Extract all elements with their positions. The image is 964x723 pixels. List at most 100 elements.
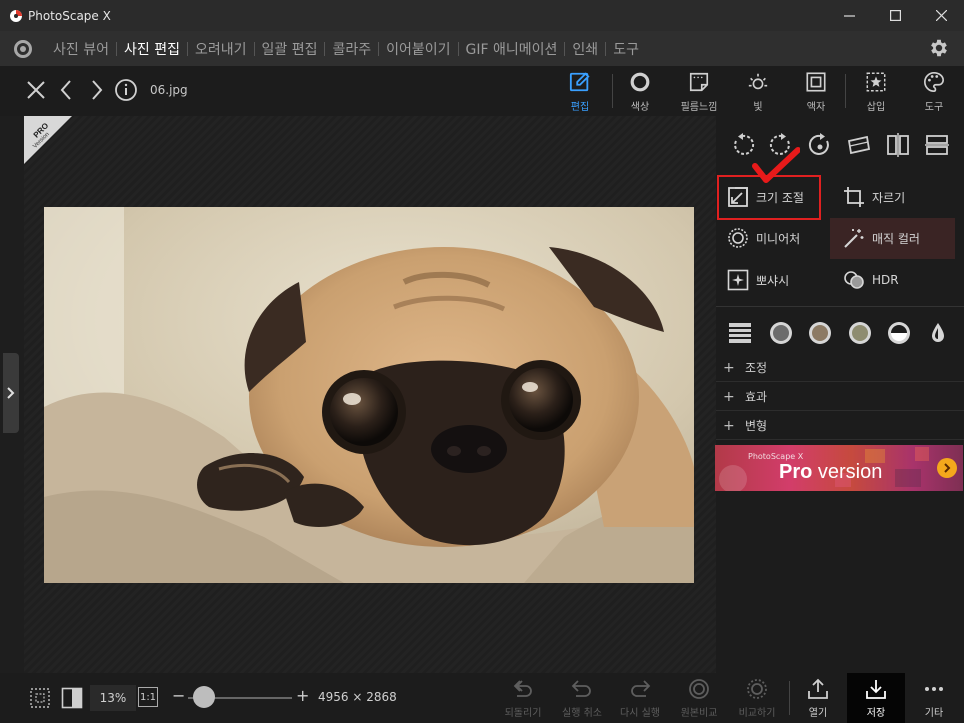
undo-button[interactable]: 실행 취소 [553,677,611,721]
tool-insert[interactable]: 삽입 [848,71,904,113]
compare-split-icon[interactable] [61,687,83,709]
plus-icon: + [723,417,735,434]
crop-label: 자르기 [872,190,906,205]
magic-wand-icon [844,229,864,248]
tool-tools[interactable]: 도구 [906,71,962,113]
menu-photo-editor[interactable]: 사진 편집 [117,39,187,59]
accordion-adjust[interactable]: + 조정 [716,354,964,382]
tool-edit[interactable]: 편집 [552,71,608,113]
droplet-icon[interactable] [925,320,951,346]
tool-color[interactable]: 색상 [612,71,668,113]
menu-print[interactable]: 인쇄 [565,39,605,59]
zoom-out-button[interactable]: − [172,686,185,705]
revert-label: 되돌리기 [504,708,542,719]
tool-light[interactable]: 빛 [730,71,786,113]
preset-filter-icon[interactable] [807,320,833,346]
menu-collage[interactable]: 콜라주 [325,39,378,59]
tool-film[interactable]: 필름느낌 [671,71,727,113]
redo-button[interactable]: 다시 실행 [611,677,669,721]
revert-icon [513,680,532,697]
revert-button[interactable]: 되돌리기 [494,677,552,721]
accordion-adjust-label: 조정 [745,361,768,375]
window-controls [826,0,964,31]
miniature-button[interactable]: 미니어처 [727,218,800,258]
minimize-icon [843,15,855,17]
accordion-transform-label: 변형 [745,419,768,433]
chevron-right-icon [944,463,951,473]
crop-button[interactable]: 자르기 [843,177,905,217]
minimize-button[interactable] [826,0,872,31]
flip-horizontal-icon[interactable] [885,132,911,158]
zoom-level[interactable]: 13% [90,685,136,711]
image-dimensions: 4956 × 2868 [318,690,397,704]
side-panel-toggle[interactable] [3,353,19,433]
edit-pencil-icon [569,72,590,92]
close-icon [935,10,947,21]
rotate-free-icon[interactable] [807,132,833,158]
preset-filter-icon[interactable] [847,320,873,346]
next-image-icon[interactable] [84,78,108,102]
menu-tools[interactable]: 도구 [606,39,646,59]
fit-to-screen-icon[interactable] [29,687,51,709]
accordion-effects[interactable]: + 효과 [716,383,964,411]
maximize-button[interactable] [872,0,918,31]
settings-gear-icon[interactable] [928,37,950,59]
main-menu-bar: 사진 뷰어 사진 편집 오려내기 일괄 편집 콜라주 이어붙이기 GIF 애니메… [0,31,964,66]
preset-bw-icon[interactable] [886,320,912,346]
magic-color-button[interactable]: 매직 컬러 [843,218,920,258]
straighten-icon[interactable] [846,132,872,158]
save-label: 저장 [866,708,886,719]
menu-photo-viewer[interactable]: 사진 뷰어 [46,39,116,59]
sharpen-button[interactable]: 뽀샤시 [727,260,789,300]
close-window-button[interactable] [918,0,964,31]
app-title: PhotoScape X [28,8,111,23]
tool-color-label: 색상 [630,102,650,113]
save-button[interactable]: 저장 [847,677,905,721]
sparkle-icon [727,269,749,291]
plus-icon: + [723,359,735,376]
more-button[interactable]: 기타 [905,677,963,721]
accordion-transform[interactable]: + 변형 [716,412,964,440]
open-button[interactable]: 열기 [789,677,847,721]
more-label: 기타 [924,708,944,719]
film-icon [689,72,709,92]
menu-gif-animation[interactable]: GIF 애니메이션 [459,39,565,59]
open-label: 열기 [808,708,828,719]
preset-list-icon[interactable] [727,320,753,346]
miniature-icon [728,228,748,248]
zoom-in-button[interactable]: + [296,686,309,705]
banner-version-text: version [812,461,883,483]
preset-filter-icon[interactable] [768,320,794,346]
zoom-slider-knob[interactable] [193,686,215,708]
chevron-right-icon [7,387,15,399]
tool-light-label: 빛 [753,102,763,113]
insert-star-icon [866,72,886,92]
hdr-button[interactable]: HDR [843,260,899,300]
compare-original-button[interactable]: 원본비교 [670,677,728,721]
pro-version-badge[interactable]: PRO Version [24,116,72,164]
menu-cut-out[interactable]: 오려내기 [188,39,254,59]
palette-icon [924,72,944,92]
actual-size-button[interactable]: 1:1 [138,687,158,707]
panel-divider [716,306,964,307]
tool-frame[interactable]: 액자 [788,71,844,113]
compare-button[interactable]: 비교하기 [728,677,786,721]
banner-arrow-button[interactable] [937,458,957,478]
banner-pro-text: Pro [779,461,813,483]
photoscape-home-icon[interactable] [12,38,34,60]
banner-app-name: PhotoScape X [748,452,804,461]
menu-combine[interactable]: 이어붙이기 [379,39,457,59]
accordion-effects-label: 효과 [745,390,768,404]
color-ring-icon [630,72,650,92]
redo-icon [631,680,651,697]
photo-preview [44,207,694,583]
flip-vertical-icon[interactable] [924,132,950,158]
compare-ring-icon [689,679,709,699]
banner-title: Pro version [779,461,882,484]
undo-label: 실행 취소 [562,708,602,719]
previous-image-icon[interactable] [55,78,79,102]
info-icon[interactable] [114,78,138,102]
close-image-icon[interactable] [24,78,48,102]
menu-batch-edit[interactable]: 일괄 편집 [255,39,325,59]
pro-version-banner[interactable]: PhotoScape X Pro version [715,445,963,491]
